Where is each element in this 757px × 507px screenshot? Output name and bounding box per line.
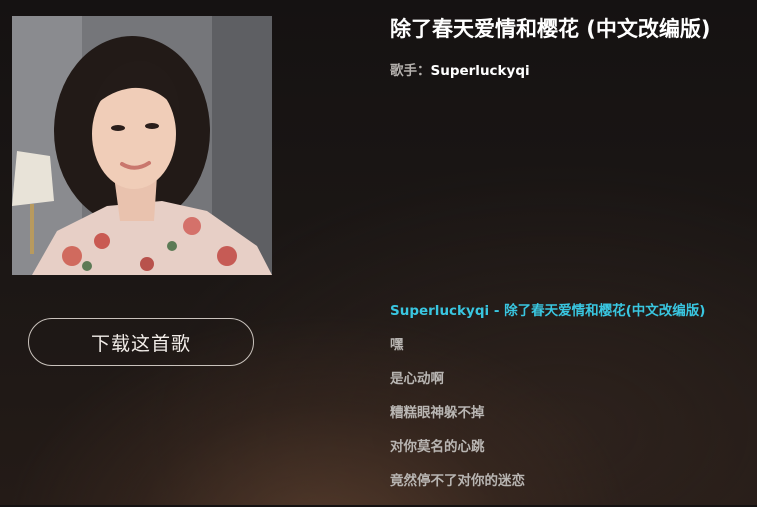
lyric-line: 嘿	[390, 337, 404, 353]
lyric-line: 对你莫名的心跳	[390, 439, 485, 455]
singer-name[interactable]: Superluckyqi	[431, 63, 530, 79]
lyric-line: 糟糕眼神躲不掉	[390, 405, 485, 421]
album-cover-image	[12, 16, 272, 275]
lyric-line-current: Superluckyqi - 除了春天爱情和樱花(中文改编版)	[390, 303, 706, 319]
singer-info: 歌手：Superluckyqi	[390, 59, 530, 79]
singer-label: 歌手：	[390, 63, 431, 79]
lyrics-panel: Superluckyqi - 除了春天爱情和樱花(中文改编版) 嘿 是心动啊 糟…	[390, 303, 705, 507]
download-song-button[interactable]: 下载这首歌	[28, 318, 254, 366]
song-title: 除了春天爱情和樱花 (中文改编版)	[390, 17, 711, 41]
lyric-line: 是心动啊	[390, 371, 444, 387]
lyric-line: 竟然停不了对你的迷恋	[390, 473, 525, 489]
